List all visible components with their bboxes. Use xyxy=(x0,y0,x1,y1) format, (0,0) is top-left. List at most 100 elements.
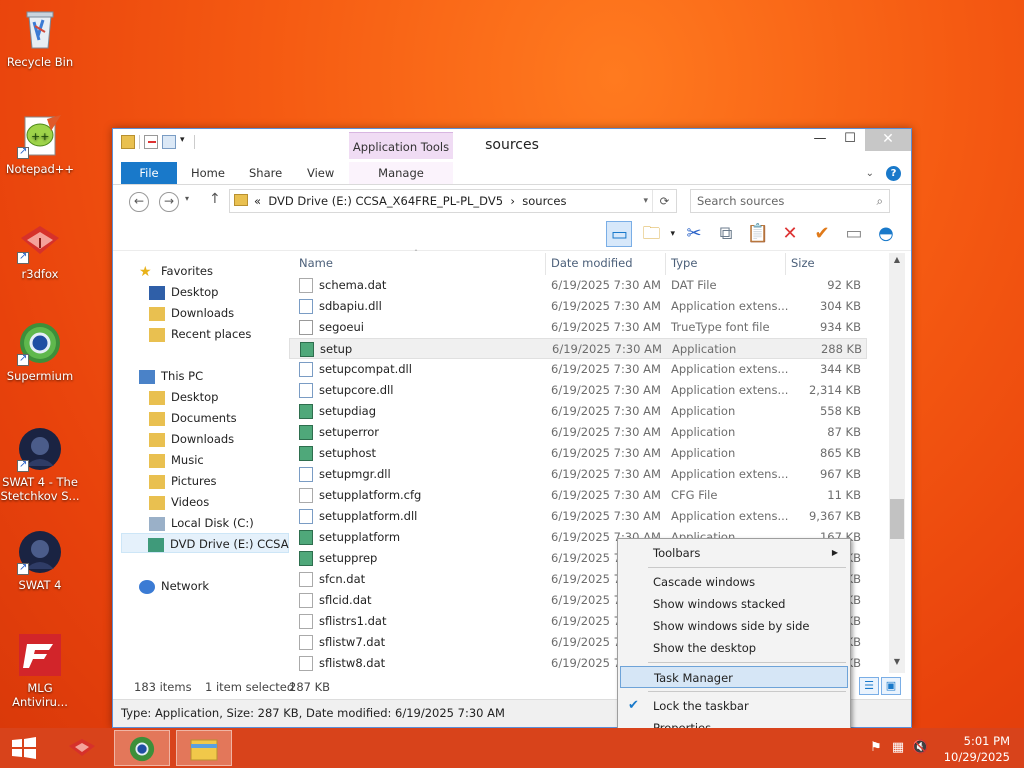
back-button[interactable]: ← xyxy=(129,192,149,212)
menu-item-show-desktop[interactable]: Show the desktop xyxy=(620,637,848,659)
scroll-thumb[interactable] xyxy=(890,499,904,539)
taskbar[interactable]: ⚑ ▦ 🔇 5:01 PM 10/29/2025 xyxy=(0,728,1024,768)
title-bar[interactable]: ▾ Application Tools sources — ☐ ✕ xyxy=(113,129,911,160)
dvd-drive-icon xyxy=(148,537,164,552)
file-row[interactable]: setupmgr.dll 6/19/2025 7:30 AM Application… xyxy=(289,464,867,485)
help-icon[interactable]: ? xyxy=(886,166,901,181)
maximize-button[interactable]: ☐ xyxy=(835,129,865,151)
tab-home[interactable]: Home xyxy=(191,162,225,184)
file-row[interactable]: segoeui 6/19/2025 7:30 AM TrueType font fi… xyxy=(289,317,867,338)
breadcrumb-sources[interactable]: sources xyxy=(522,194,566,208)
refresh-button[interactable]: ⟳ xyxy=(652,190,676,212)
close-button[interactable]: ✕ xyxy=(865,129,911,151)
checkmark-icon[interactable]: ✔ xyxy=(809,221,835,247)
recent-places-icon xyxy=(149,327,165,342)
column-date[interactable]: Date modified xyxy=(551,256,633,270)
menu-item-toolbars[interactable]: Toolbars ▶ xyxy=(620,542,848,564)
scroll-down-icon[interactable]: ▼ xyxy=(889,657,905,673)
rename-icon[interactable]: ▭ xyxy=(841,221,867,247)
taskbar-supermium[interactable] xyxy=(114,730,170,766)
breadcrumb-dvd-drive[interactable]: DVD Drive (E:) CCSA_X64FRE_PL-PL_DV5 xyxy=(268,194,503,208)
tab-share[interactable]: Share xyxy=(249,162,282,184)
file-row[interactable]: setupplatform.dll 6/19/2025 7:30 AM Applic… xyxy=(289,506,867,527)
desktop-icon-swat4[interactable]: SWAT 4 xyxy=(0,529,80,592)
chevron-down-icon[interactable]: ⌄ xyxy=(866,168,874,179)
desktop-icon-recycle-bin[interactable]: Recycle Bin xyxy=(0,6,80,69)
r3dfox-icon xyxy=(69,739,95,756)
chevron-down-icon[interactable]: ▾ xyxy=(643,190,648,212)
taskbar-r3dfox[interactable] xyxy=(54,730,110,766)
svg-text:++: ++ xyxy=(31,130,49,143)
nav-label: Videos xyxy=(171,495,210,509)
desktop-icon-label: Supermium xyxy=(6,369,74,383)
r3dfox-icon xyxy=(17,218,63,264)
file-row[interactable]: schema.dat 6/19/2025 7:30 AM DAT File 92 KB xyxy=(289,275,867,296)
tab-file[interactable]: File xyxy=(121,162,177,184)
shell-icon[interactable]: ◓ xyxy=(873,221,899,247)
menu-item-cascade[interactable]: Cascade windows xyxy=(620,571,848,593)
nav-dvd-drive[interactable]: DVD Drive (E:) CCSA xyxy=(121,533,289,553)
document-file-icon xyxy=(299,656,313,671)
file-row[interactable]: setupcompat.dll 6/19/2025 7:30 AM Applicat… xyxy=(289,359,867,380)
file-row[interactable]: setupcore.dll 6/19/2025 7:30 AM Applicatio… xyxy=(289,380,867,401)
desktop-icon xyxy=(149,285,165,300)
scroll-up-icon[interactable]: ▲ xyxy=(889,255,905,271)
supermium-icon xyxy=(129,736,155,762)
details-view-icon[interactable]: ☰ xyxy=(859,677,879,695)
tab-manage[interactable]: Manage xyxy=(349,162,453,184)
network-status-icon[interactable]: ▦ xyxy=(890,740,906,756)
recycle-bin-icon xyxy=(17,6,63,52)
paste-icon[interactable]: 📋 xyxy=(745,221,771,247)
preview-pane-icon[interactable]: ▭ xyxy=(606,221,633,247)
file-row[interactable]: setup 6/19/2025 7:30 AM Application 288 KB xyxy=(289,338,867,359)
desktop-icon-supermium[interactable]: Supermium xyxy=(0,320,80,383)
vertical-scrollbar[interactable]: ▲ ▼ xyxy=(889,253,905,673)
cut-icon[interactable]: ✂ xyxy=(681,221,707,247)
minimize-button[interactable]: — xyxy=(805,129,835,151)
address-input[interactable]: « DVD Drive (E:) CCSA_X64FRE_PL-PL_DV5 ›… xyxy=(229,189,677,213)
desktop-icon-r3dfox[interactable]: r3dfox xyxy=(0,218,80,281)
file-size: 344 KB xyxy=(819,362,861,376)
file-row[interactable]: setupplatform.cfg 6/19/2025 7:30 AM CFG Fi… xyxy=(289,485,867,506)
desktop-icon-mlg-antivirus[interactable]: MLG Antiviru... xyxy=(0,632,80,709)
recent-locations-icon[interactable]: ▾ xyxy=(185,194,189,203)
nav-label: Recent places xyxy=(171,327,252,341)
chevron-down-icon[interactable]: ▾ xyxy=(670,229,675,239)
navigation-pane: ★ Favorites Desktop Downloads Recent plac… xyxy=(113,253,289,673)
large-icons-view-icon[interactable]: ▣ xyxy=(881,677,901,695)
taskbar-file-explorer[interactable] xyxy=(176,730,232,766)
file-type: Application extens... xyxy=(671,467,789,481)
menu-item-task-manager[interactable]: Task Manager xyxy=(620,666,848,688)
column-size[interactable]: Size xyxy=(791,256,815,270)
file-size: 558 KB xyxy=(819,404,861,418)
nav-this-pc[interactable]: This PC xyxy=(139,366,307,386)
column-name[interactable]: Name xyxy=(299,256,333,270)
column-type[interactable]: Type xyxy=(671,256,697,270)
nav-network[interactable]: Network xyxy=(139,576,307,596)
start-button[interactable] xyxy=(10,737,38,759)
clock[interactable]: 5:01 PM 10/29/2025 xyxy=(930,733,1010,765)
file-row[interactable]: setuperror 6/19/2025 7:30 AM Application 87… xyxy=(289,422,867,443)
desktop-icon-swat4-stetchkov[interactable]: SWAT 4 - The Stetchkov S... xyxy=(0,426,80,503)
tab-view[interactable]: View xyxy=(307,162,334,184)
windows-logo-icon xyxy=(12,737,36,759)
file-row[interactable]: setupdiag 6/19/2025 7:30 AM Application 558… xyxy=(289,401,867,422)
delete-icon[interactable]: ✕ xyxy=(777,221,803,247)
folder-options-icon[interactable]: 🗀 xyxy=(638,221,664,247)
file-row[interactable]: setuphost 6/19/2025 7:30 AM Application 865… xyxy=(289,443,867,464)
copy-icon[interactable]: ⧉ xyxy=(713,221,739,247)
up-arrow-icon[interactable]: ↑ xyxy=(209,191,221,207)
search-input[interactable]: Search sources ⌕ xyxy=(690,189,890,213)
forward-button[interactable]: → xyxy=(159,192,179,212)
volume-muted-icon[interactable]: 🔇 xyxy=(912,740,928,756)
nav-favorites[interactable]: ★ Favorites xyxy=(139,261,307,281)
breadcrumb-separator[interactable]: › xyxy=(510,194,515,208)
menu-item-side-by-side[interactable]: Show windows side by side xyxy=(620,615,848,637)
menu-item-lock-taskbar[interactable]: ✔ Lock the taskbar xyxy=(620,695,848,717)
file-date: 6/19/2025 7:30 AM xyxy=(551,425,661,439)
address-overflow[interactable]: « xyxy=(254,194,261,208)
flag-icon[interactable]: ⚑ xyxy=(868,740,884,756)
menu-item-stacked[interactable]: Show windows stacked xyxy=(620,593,848,615)
file-row[interactable]: sdbapiu.dll 6/19/2025 7:30 AM Application … xyxy=(289,296,867,317)
desktop-icon-notepadpp[interactable]: ++ Notepad++ xyxy=(0,113,80,176)
